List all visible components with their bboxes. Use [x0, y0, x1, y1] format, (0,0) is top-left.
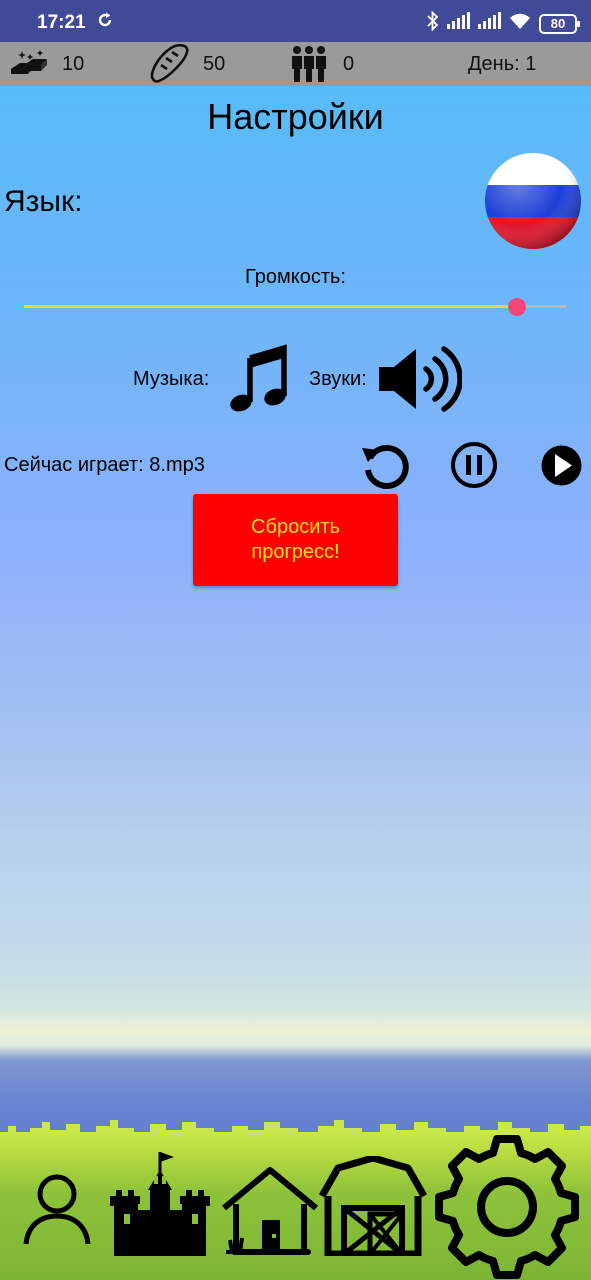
- volume-label: Громкость:: [245, 266, 346, 288]
- battery-indicator: 80: [539, 13, 580, 34]
- play-icon[interactable]: [540, 444, 583, 492]
- castle-icon[interactable]: [110, 1150, 214, 1261]
- status-icons: 80: [427, 10, 580, 36]
- bread-icon: [150, 43, 189, 83]
- page-title: Настройки: [207, 96, 384, 137]
- status-bar: 17:21 80: [0, 0, 591, 42]
- barn-icon[interactable]: [318, 1154, 428, 1261]
- music-note-icon[interactable]: [228, 344, 290, 419]
- gold-bars-icon: [11, 50, 47, 74]
- gold-count: 10: [62, 52, 85, 75]
- volume-slider-thumb[interactable]: [508, 298, 527, 316]
- people-resource: 0: [290, 42, 354, 86]
- volume-slider[interactable]: [24, 297, 566, 317]
- signal-icon-2: [477, 12, 501, 35]
- day-counter: День: 1: [468, 53, 537, 75]
- pause-icon[interactable]: [450, 441, 498, 494]
- bluetooth-icon: [427, 10, 439, 36]
- reset-progress-button[interactable]: Сбросить прогресс!: [193, 494, 398, 586]
- gold-resource: 10: [8, 42, 84, 86]
- bread-count: 50: [203, 52, 226, 75]
- screen: 17:21 80 10 50 0 День: 1 Настройки Язык:…: [0, 0, 591, 1280]
- russia-flag-button[interactable]: [485, 153, 581, 249]
- wifi-icon: [508, 12, 532, 35]
- settings-gear-icon[interactable]: [432, 1130, 582, 1280]
- music-label: Музыка:: [133, 368, 210, 390]
- people-count: 0: [343, 52, 355, 75]
- language-label: Язык:: [4, 185, 83, 218]
- status-time: 17:21: [37, 12, 86, 33]
- house-icon[interactable]: [220, 1166, 320, 1261]
- people-icon: [292, 46, 326, 82]
- profile-icon[interactable]: [22, 1172, 92, 1253]
- now-playing-text: Сейчас играет: 8.mp3: [4, 454, 205, 476]
- signal-icon: [446, 12, 470, 35]
- volume-slider-fill: [24, 305, 518, 308]
- speaker-icon[interactable]: [376, 345, 463, 418]
- resource-bar: 10 50 0 День: 1: [0, 42, 591, 86]
- sync-icon: [96, 11, 114, 34]
- sounds-label: Звуки:: [309, 368, 367, 390]
- bread-resource: 50: [147, 42, 225, 86]
- restart-icon[interactable]: [360, 440, 412, 497]
